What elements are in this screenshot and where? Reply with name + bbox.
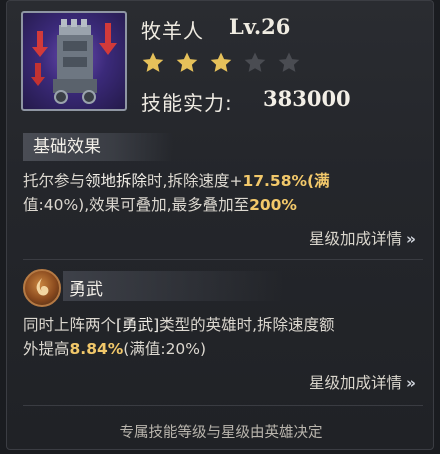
link-label: 星级加成详情	[308, 230, 402, 248]
skill-portrait-icon	[21, 11, 127, 111]
trait-description: 同时上阵两个[勇武]类型的英雄时,拆除速度额 外提高8.84%(满值:20%)	[23, 313, 423, 361]
skill-level: Lv.26	[229, 14, 291, 39]
base-effect-line-2: 值:40%),效果可叠加,最多叠加至200%	[23, 193, 423, 217]
star-bonus-details-link[interactable]: 星级加成详情»	[308, 371, 416, 393]
desc-text: 外提高	[23, 340, 70, 358]
star-icon-filled	[210, 52, 232, 72]
base-effect-line-1: 托尔参与领地拆除时,拆除速度+17.58%(满	[23, 169, 423, 193]
divider	[23, 405, 423, 406]
trait-name: 勇武	[69, 280, 103, 300]
skill-name: 牧羊人	[141, 19, 204, 43]
star-icon-filled	[176, 52, 198, 72]
link-label: 星级加成详情	[308, 374, 402, 392]
star-icon-empty	[244, 52, 266, 72]
flame-swirl-icon	[23, 269, 61, 307]
divider	[23, 259, 423, 260]
base-effect-description: 托尔参与领地拆除时,拆除速度+17.58%(满 值:40%),效果可叠加,最多叠…	[23, 169, 423, 217]
star-icon-filled	[142, 52, 164, 72]
footer-note: 专属技能等级与星级由英雄决定	[119, 425, 323, 441]
desc-keyword: 领地拆除	[85, 172, 148, 190]
desc-number: 8.84%	[69, 340, 124, 358]
desc-text: 时,拆除速度+	[147, 172, 243, 190]
desc-text: 托尔参与	[23, 172, 86, 190]
skill-power-value: 383000	[263, 86, 351, 111]
double-chevron-right-icon: »	[405, 374, 416, 392]
desc-text: 值:40%),效果可叠加,最多叠加至	[23, 196, 250, 214]
trait-line-1: 同时上阵两个[勇武]类型的英雄时,拆除速度额	[23, 313, 423, 337]
double-chevron-right-icon: »	[405, 230, 416, 248]
star-bonus-details-link[interactable]: 星级加成详情»	[308, 227, 416, 249]
skill-power-label: 技能实力:	[141, 91, 233, 115]
base-effect-header: 基础效果	[23, 133, 173, 161]
desc-keyword: [勇武]	[116, 316, 160, 334]
desc-number: 17.58%	[242, 172, 308, 190]
desc-text: 同时上阵两个	[23, 316, 117, 334]
trait-line-2: 外提高8.84%(满值:20%)	[23, 337, 423, 361]
skill-tooltip-panel: 牧羊人 Lv.26 技能实力: 383000 基础效果 托尔参与领地拆除时,拆除…	[6, 0, 434, 450]
desc-text: 类型的英雄时,拆除速度额	[159, 316, 335, 334]
star-icon-empty	[278, 52, 300, 72]
desc-text: (满值:20%)	[123, 340, 207, 358]
desc-number: 200%	[249, 196, 297, 214]
desc-number: (满	[307, 172, 330, 190]
